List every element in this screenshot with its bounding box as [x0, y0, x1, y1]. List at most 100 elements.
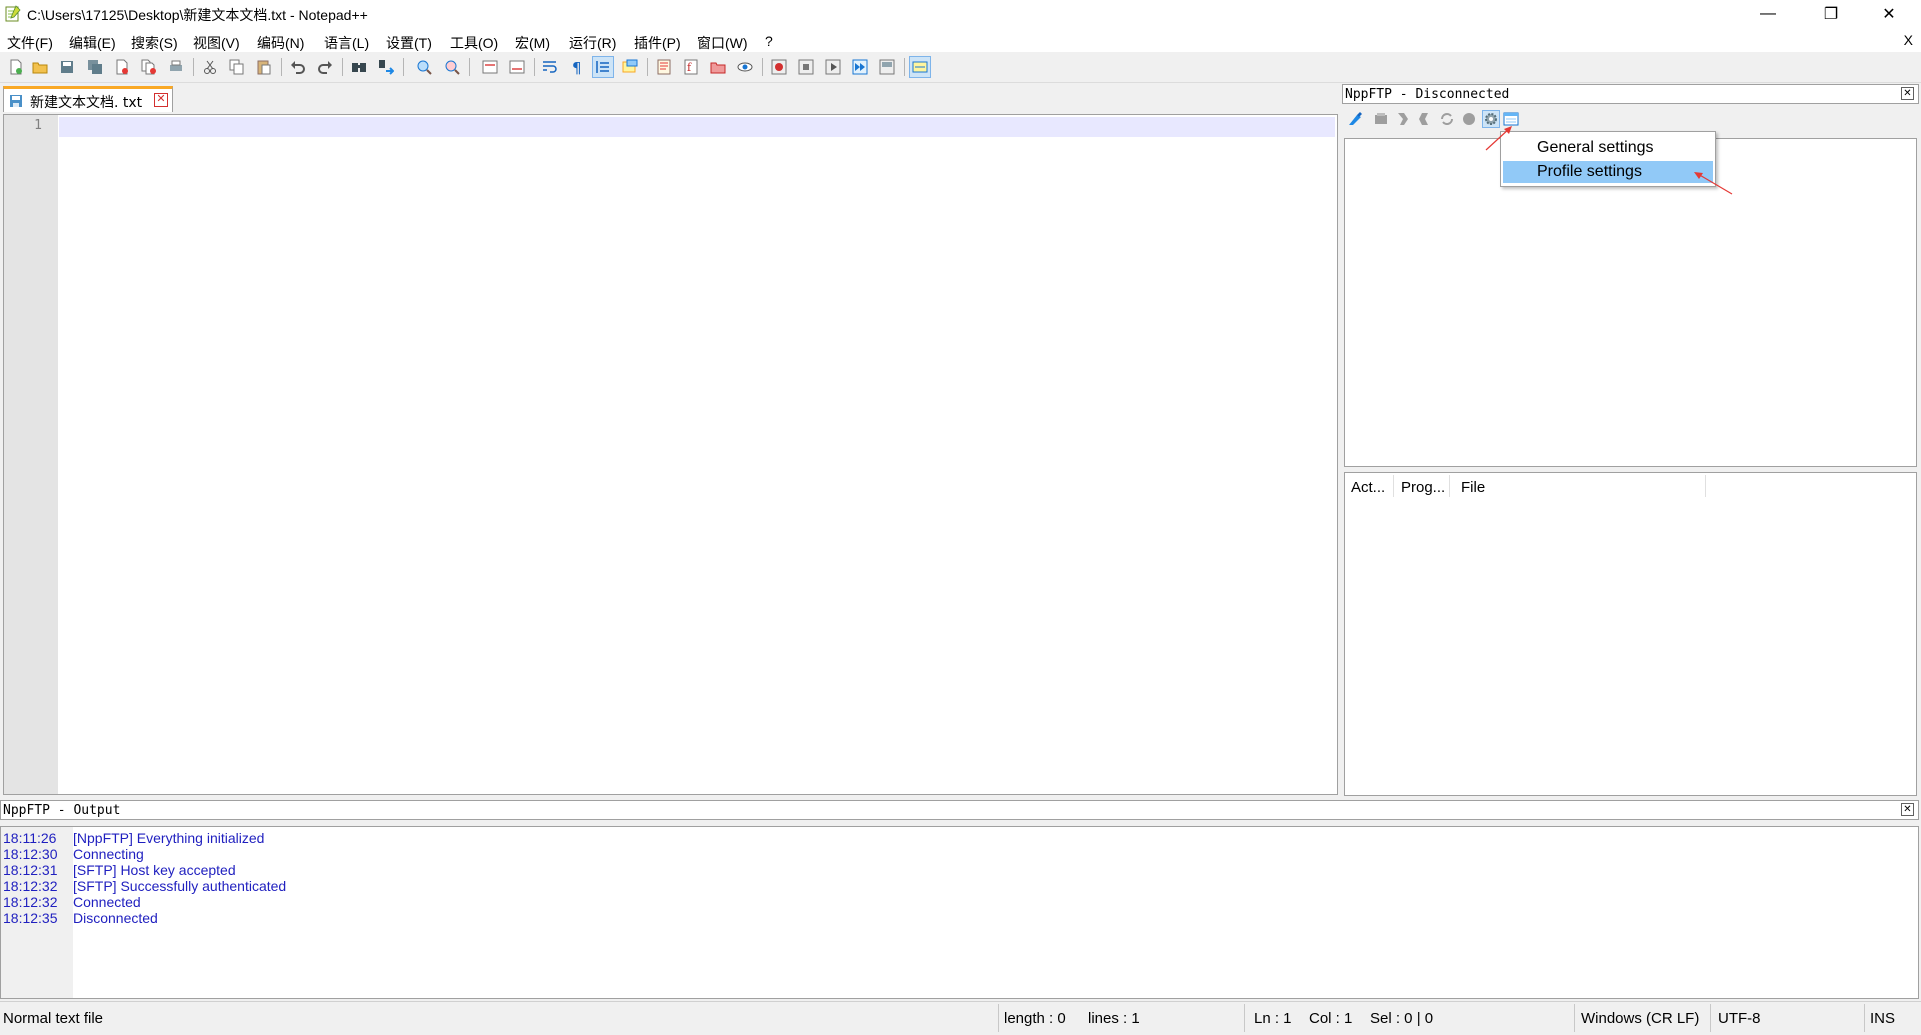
sync-vertical-icon[interactable]	[479, 56, 501, 78]
minimize-button[interactable]: —	[1745, 0, 1791, 28]
line-number-gutter: 1	[4, 115, 58, 794]
log-time: 18:12:32	[3, 894, 58, 910]
connect-icon[interactable]	[1346, 110, 1364, 128]
log-line: 18:12:31 [SFTP] Host key accepted	[3, 862, 236, 878]
output-panel-close-icon[interactable]: ✕	[1901, 803, 1914, 816]
new-file-icon[interactable]	[5, 56, 27, 78]
menu-file[interactable]: 文件(F)	[7, 33, 53, 53]
status-insert-mode[interactable]: INS	[1870, 1010, 1895, 1027]
log-line: 18:12:35 Disconnected	[3, 910, 158, 926]
refresh-icon[interactable]	[1438, 110, 1456, 128]
tab-close-icon[interactable]: ✕	[154, 93, 168, 107]
nppftp-panel-header: NppFTP - Disconnected ✕	[1342, 84, 1919, 104]
status-file-type: Normal text file	[3, 1010, 104, 1027]
log-line: 18:11:26 [NppFTP] Everything initialized	[3, 830, 264, 846]
log-message: [SFTP] Host key accepted	[73, 862, 236, 878]
close-icon[interactable]	[111, 56, 133, 78]
play-macro-icon[interactable]	[822, 56, 844, 78]
save-icon[interactable]	[56, 56, 78, 78]
disconnect-icon[interactable]	[1372, 110, 1390, 128]
menu-help[interactable]: ?	[765, 33, 773, 49]
status-eol[interactable]: Windows (CR LF)	[1581, 1010, 1699, 1027]
queue-column-progress[interactable]: Prog...	[1401, 479, 1445, 496]
restore-icon: ❐	[1823, 6, 1839, 23]
status-ln: Ln : 1	[1254, 1010, 1292, 1027]
tab-label: 新建文本文档. txt	[30, 95, 143, 111]
indent-guide-icon[interactable]	[592, 56, 614, 78]
menu-settings[interactable]: 设置(T)	[386, 33, 432, 53]
cut-icon[interactable]	[199, 56, 221, 78]
log-time: 18:12:35	[3, 910, 58, 926]
doc-map-icon[interactable]	[653, 56, 675, 78]
nppftp-panel-close-icon[interactable]: ✕	[1901, 87, 1914, 100]
save-all-icon[interactable]	[84, 56, 106, 78]
status-bar: Normal text file length : 0 lines : 1 Ln…	[0, 1001, 1921, 1035]
queue-column-action[interactable]: Act...	[1351, 479, 1385, 496]
print-icon[interactable]	[165, 56, 187, 78]
transfer-queue[interactable]: Act... Prog... File	[1344, 472, 1917, 796]
log-message: [SFTP] Successfully authenticated	[73, 878, 287, 894]
menu-search[interactable]: 搜索(S)	[131, 33, 178, 53]
editor-area[interactable]: 1	[3, 114, 1338, 795]
annotation-arrows	[1485, 126, 1733, 195]
status-encoding[interactable]: UTF-8	[1718, 1010, 1761, 1027]
menu-plugins[interactable]: 插件(P)	[634, 33, 681, 53]
output-panel-header: NppFTP - Output ✕	[0, 800, 1919, 820]
close-window-button[interactable]: ✕	[1866, 0, 1912, 28]
find-icon[interactable]	[348, 56, 370, 78]
stop-record-icon[interactable]	[795, 56, 817, 78]
current-line-highlight	[59, 117, 1335, 137]
queue-column-file[interactable]: File	[1461, 479, 1485, 496]
run-macro-multiple-icon[interactable]	[849, 56, 871, 78]
zoom-in-icon[interactable]	[413, 56, 435, 78]
sync-horizontal-icon[interactable]	[506, 56, 528, 78]
paste-icon[interactable]	[253, 56, 275, 78]
copy-icon[interactable]	[226, 56, 248, 78]
maximize-button[interactable]: ❐	[1808, 0, 1854, 28]
log-time: 18:12:31	[3, 862, 58, 878]
function-list-icon[interactable]: f	[680, 56, 702, 78]
window-title: C:\Users\17125\Desktop\新建文本文档.txt - Note…	[27, 7, 368, 23]
zoom-out-icon[interactable]	[441, 56, 463, 78]
folder-workspace-icon[interactable]	[707, 56, 729, 78]
close-document-button[interactable]: X	[1904, 32, 1913, 48]
menu-macro[interactable]: 宏(M)	[515, 33, 550, 53]
word-wrap-icon[interactable]	[539, 56, 561, 78]
monitoring-icon[interactable]	[734, 56, 756, 78]
log-time: 18:12:30	[3, 846, 58, 862]
save-macro-icon[interactable]	[876, 56, 898, 78]
replace-icon[interactable]	[375, 56, 397, 78]
download-icon[interactable]	[1394, 110, 1412, 128]
svg-text:¶: ¶	[572, 59, 582, 75]
menu-tools[interactable]: 工具(O)	[450, 33, 498, 53]
nppftp-icon[interactable]	[909, 56, 931, 78]
open-file-icon[interactable]	[29, 56, 51, 78]
menu-language[interactable]: 语言(L)	[324, 33, 369, 53]
menu-bar: 文件(F) 编辑(E) 搜索(S) 视图(V) 编码(N) 语言(L) 设置(T…	[0, 28, 1921, 52]
redo-icon[interactable]	[314, 56, 336, 78]
undo-icon[interactable]	[287, 56, 309, 78]
show-all-chars-icon[interactable]: ¶	[566, 56, 588, 78]
upload-icon[interactable]	[1416, 110, 1434, 128]
nppftp-panel-title: NppFTP - Disconnected	[1345, 87, 1510, 102]
log-line: 18:12:32 Connected	[3, 894, 141, 910]
status-lines: lines : 1	[1088, 1010, 1140, 1027]
menu-edit[interactable]: 编辑(E)	[69, 33, 116, 53]
close-all-icon[interactable]	[138, 56, 160, 78]
tab-new-text-document[interactable]: 新建文本文档. txt ✕	[3, 86, 173, 112]
status-length: length : 0	[1004, 1010, 1066, 1027]
menu-run[interactable]: 运行(R)	[569, 33, 616, 53]
menu-encoding[interactable]: 编码(N)	[257, 33, 304, 53]
log-line: 18:12:32 [SFTP] Successfully authenticate…	[3, 878, 286, 894]
status-col: Col : 1	[1309, 1010, 1353, 1027]
user-language-icon[interactable]	[619, 56, 641, 78]
status-sel: Sel : 0 | 0	[1370, 1010, 1434, 1027]
minimize-icon: —	[1760, 5, 1776, 22]
output-log[interactable]: 18:11:26 [NppFTP] Everything initialized …	[0, 826, 1919, 999]
menu-window[interactable]: 窗口(W)	[697, 33, 748, 53]
abort-icon[interactable]	[1460, 110, 1478, 128]
record-macro-icon[interactable]	[768, 56, 790, 78]
log-message: Disconnected	[73, 910, 158, 926]
menu-view[interactable]: 视图(V)	[193, 33, 240, 53]
notepadpp-app-icon	[5, 5, 21, 22]
